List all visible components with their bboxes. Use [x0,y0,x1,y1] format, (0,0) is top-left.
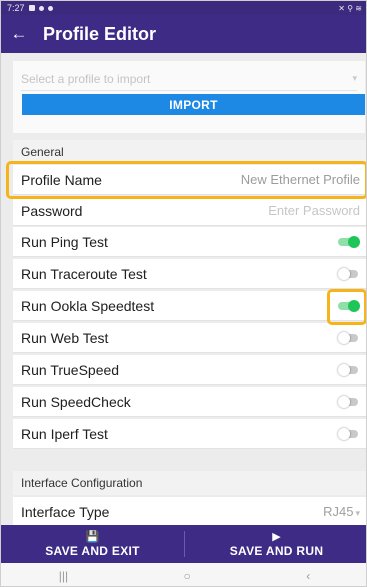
section-header-interface: Interface Configuration [13,471,366,495]
import-profile-select[interactable]: Select a profile to import ▾ [21,67,357,91]
chevron-down-icon: ▾ [355,508,360,518]
page-title: Profile Editor [43,23,157,44]
save-and-exit-button[interactable]: 💾 SAVE AND EXIT [1,525,184,563]
toggle-row-truespeed[interactable]: Run TrueSpeed [13,355,366,385]
back-arrow-icon[interactable]: ← [1,24,37,44]
app-screen: 7:27 ✕ ⚲ ≋ ← Profile Editor Select a pro… [0,0,367,587]
bottom-action-bar: 💾 SAVE AND EXIT ▶ SAVE AND RUN [1,525,366,563]
toggle-label: Run SpeedCheck [21,393,131,410]
status-icons: ✕ ⚲ ≋ [338,3,362,13]
toggle-label: Run Traceroute Test [21,265,147,282]
password-label: Password [21,202,83,219]
status-time: 7:27 [7,3,25,13]
toggle-row-speedcheck[interactable]: Run SpeedCheck [13,387,366,417]
section-header-general: General [13,140,366,164]
import-card: Select a profile to import ▾ IMPORT [13,61,365,133]
recents-icon[interactable]: ||| [59,569,68,583]
toggle-label: Run Web Test [21,329,109,346]
toggle-label: Run Ping Test [21,233,108,250]
password-row[interactable]: Password Enter Password [13,196,366,226]
password-input[interactable]: Enter Password [268,203,360,218]
interface-type-value: RJ45 [323,504,354,519]
profile-form[interactable]: Select a profile to import ▾ IMPORT Gene… [1,53,366,525]
save-and-exit-label: SAVE AND EXIT [45,543,140,558]
traceroute-test-switch[interactable] [338,267,360,280]
save-icon: 💾 [85,530,100,543]
notification-dot-icon [38,5,44,11]
save-and-run-label: SAVE AND RUN [229,543,324,558]
save-and-run-button[interactable]: ▶ SAVE AND RUN [185,525,366,563]
import-select-placeholder: Select a profile to import [21,71,151,86]
home-icon[interactable]: ○ [184,569,191,583]
status-bar: 7:27 ✕ ⚲ ≋ [1,1,366,15]
toggle-row-traceroute[interactable]: Run Traceroute Test [13,259,366,289]
toggle-row-ping[interactable]: Run Ping Test [13,227,366,257]
profile-name-row[interactable]: Profile Name New Ethernet Profile [13,165,366,195]
profile-name-input[interactable]: New Ethernet Profile [241,172,360,187]
toggle-label: Run Ookla Speedtest [21,297,155,314]
ping-test-switch[interactable] [338,235,360,248]
chevron-down-icon: ▾ [352,73,357,83]
toggle-label: Run Iperf Test [21,425,108,442]
notification-icon [28,5,35,11]
profile-name-label: Profile Name [21,171,102,188]
interface-type-label: Interface Type [21,503,110,520]
interface-type-row[interactable]: Interface Type RJ45 ▾ [13,497,366,525]
ookla-speedtest-switch[interactable] [338,299,360,312]
app-bar: ← Profile Editor [1,15,366,53]
toggle-label: Run TrueSpeed [21,361,120,378]
iperf-test-switch[interactable] [338,427,360,440]
toggle-row-web[interactable]: Run Web Test [13,323,366,353]
import-button[interactable]: IMPORT [22,94,365,115]
interface-type-select[interactable]: RJ45 ▾ [323,504,360,519]
system-nav-bar: ||| ○ ‹ [1,563,366,586]
truespeed-switch[interactable] [338,363,360,376]
back-icon[interactable]: ‹ [306,569,310,583]
speedcheck-switch[interactable] [338,395,360,408]
play-icon: ▶ [272,530,281,543]
toggle-row-ookla[interactable]: Run Ookla Speedtest [13,291,366,321]
web-test-switch[interactable] [338,331,360,344]
sync-icon [47,5,53,11]
toggle-row-iperf[interactable]: Run Iperf Test [13,419,366,449]
